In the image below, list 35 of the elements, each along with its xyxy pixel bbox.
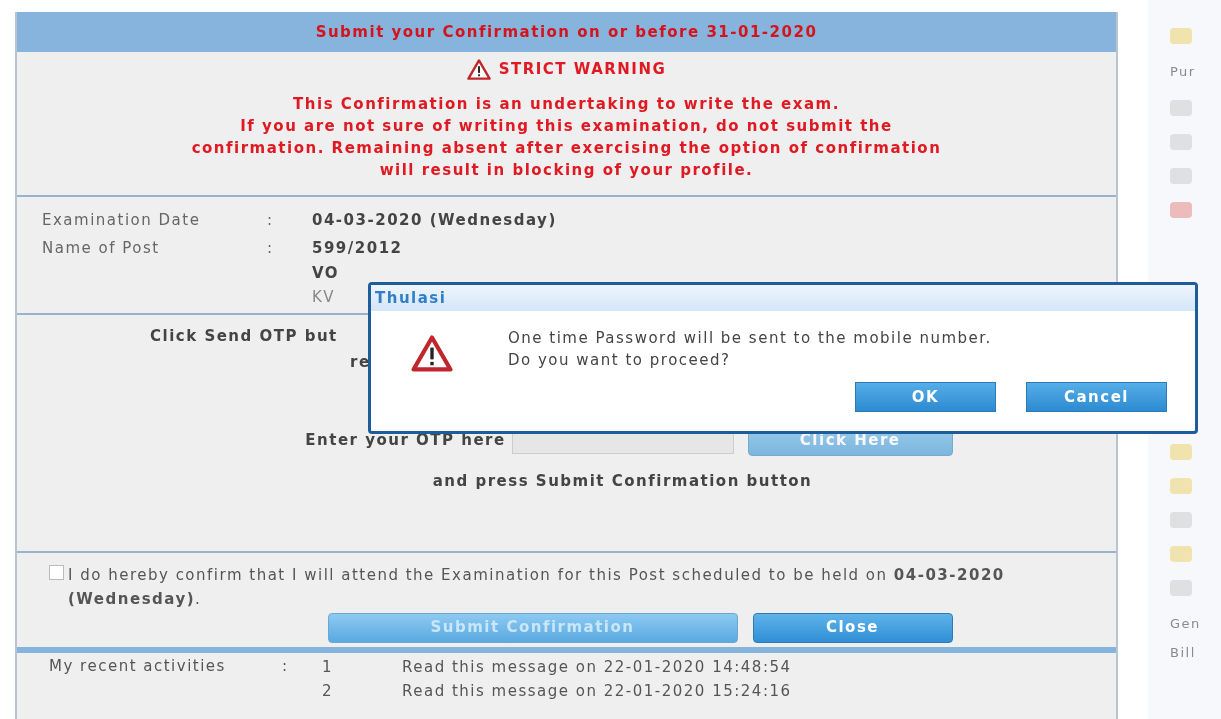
deadline-banner: Submit your Confirmation on or before 31-01-2020 <box>17 12 1116 52</box>
activities-separator: : <box>282 655 290 677</box>
activity-number: 2 <box>322 680 335 702</box>
activity-text: Read this message on 22-01-2020 15:24:16 <box>402 680 792 702</box>
otp-instruction: Click Send OTP but <box>150 325 338 347</box>
warning-title: STRICT WARNING <box>498 59 667 80</box>
cancel-button[interactable]: Cancel <box>1026 381 1167 412</box>
detail-separator: : <box>267 238 275 259</box>
warning-icon <box>466 58 491 80</box>
detail-value: VO <box>312 262 341 284</box>
warning-icon <box>411 335 453 372</box>
activity-text: Read this message on 22-01-2020 14:48:54 <box>402 656 792 678</box>
detail-value: 599/2012 <box>312 238 403 259</box>
detail-separator: : <box>267 209 275 231</box>
close-button[interactable]: Close <box>752 612 953 643</box>
warning-text: will result in blocking of your profile. <box>379 159 754 181</box>
detail-label: Name of Post <box>42 238 161 259</box>
warning-text: If you are not sure of writing this examination, do not submit the <box>240 115 893 137</box>
detail-label: Examination Date <box>42 209 202 231</box>
otp-instruction: re <box>350 352 371 373</box>
otp-note: and press Submit Confirmation button <box>432 470 813 492</box>
sidebar-label: Gen <box>1170 614 1201 633</box>
dialog-message: One time Password will be sent to the mobile number. <box>508 328 992 349</box>
dialog-title: Thulasi <box>375 287 447 309</box>
warning-text: This Confirmation is an undertaking to write the exam. <box>293 93 840 115</box>
confirm-checkbox[interactable] <box>49 564 64 580</box>
warning-text: confirmation. Remaining absent after exercising the option of confirmation <box>191 137 942 159</box>
sidebar-label: Bill <box>1170 644 1196 662</box>
dialog-message: Do you want to proceed? <box>508 350 732 371</box>
ok-button[interactable]: OK <box>855 381 996 412</box>
sidebar-label: Pur <box>1170 63 1196 81</box>
activities-label: My recent activities <box>49 655 227 677</box>
activity-number: 1 <box>322 656 335 678</box>
confirm-text: I do hereby confirm that I will attend the Examination for this Post scheduled to be held on 04-03-2020 (Wednesday). <box>68 564 1006 610</box>
detail-value: 04-03-2020 (Wednesday) <box>312 209 557 231</box>
